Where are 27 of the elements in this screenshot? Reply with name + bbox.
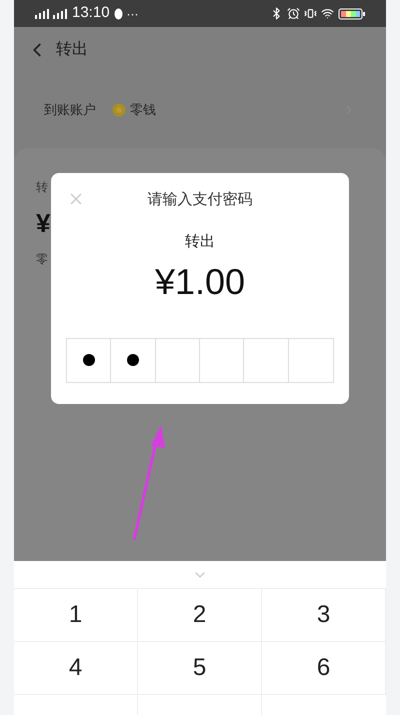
- status-time: 13:10: [72, 3, 110, 24]
- keypad-key[interactable]: 2: [138, 589, 262, 642]
- card-text: ¥: [36, 210, 52, 236]
- amount-text: ¥1.00: [154, 264, 246, 300]
- password-dot-icon: [82, 354, 95, 366]
- keypad-key[interactable]: 3: [262, 589, 386, 642]
- alarm-icon: [287, 7, 300, 20]
- password-dot-icon: [126, 354, 139, 366]
- card-text: 转: [36, 179, 49, 196]
- vibrate-icon: [304, 7, 317, 20]
- page-title: 转出: [56, 40, 88, 60]
- keypad-key[interactable]: 5: [138, 642, 262, 695]
- notification-icon: [114, 8, 123, 20]
- keypad-key[interactable]: 4: [14, 642, 138, 695]
- signal-icon: [34, 8, 68, 20]
- dialog-title: 请输入支付密码: [148, 190, 252, 210]
- card-text: 零: [36, 251, 49, 268]
- account-label: 到账账户: [44, 101, 96, 120]
- password-field[interactable]: [66, 338, 334, 382]
- more-indicator: ···: [126, 6, 139, 22]
- account-value: 零钱: [130, 101, 156, 120]
- battery-icon: [338, 8, 366, 20]
- dialog-subtitle: 转出: [185, 232, 215, 252]
- coin-icon: [112, 103, 126, 117]
- bluetooth-icon: [270, 7, 283, 20]
- keypad-key[interactable]: 6: [262, 642, 386, 695]
- keypad-key[interactable]: 1: [14, 589, 138, 642]
